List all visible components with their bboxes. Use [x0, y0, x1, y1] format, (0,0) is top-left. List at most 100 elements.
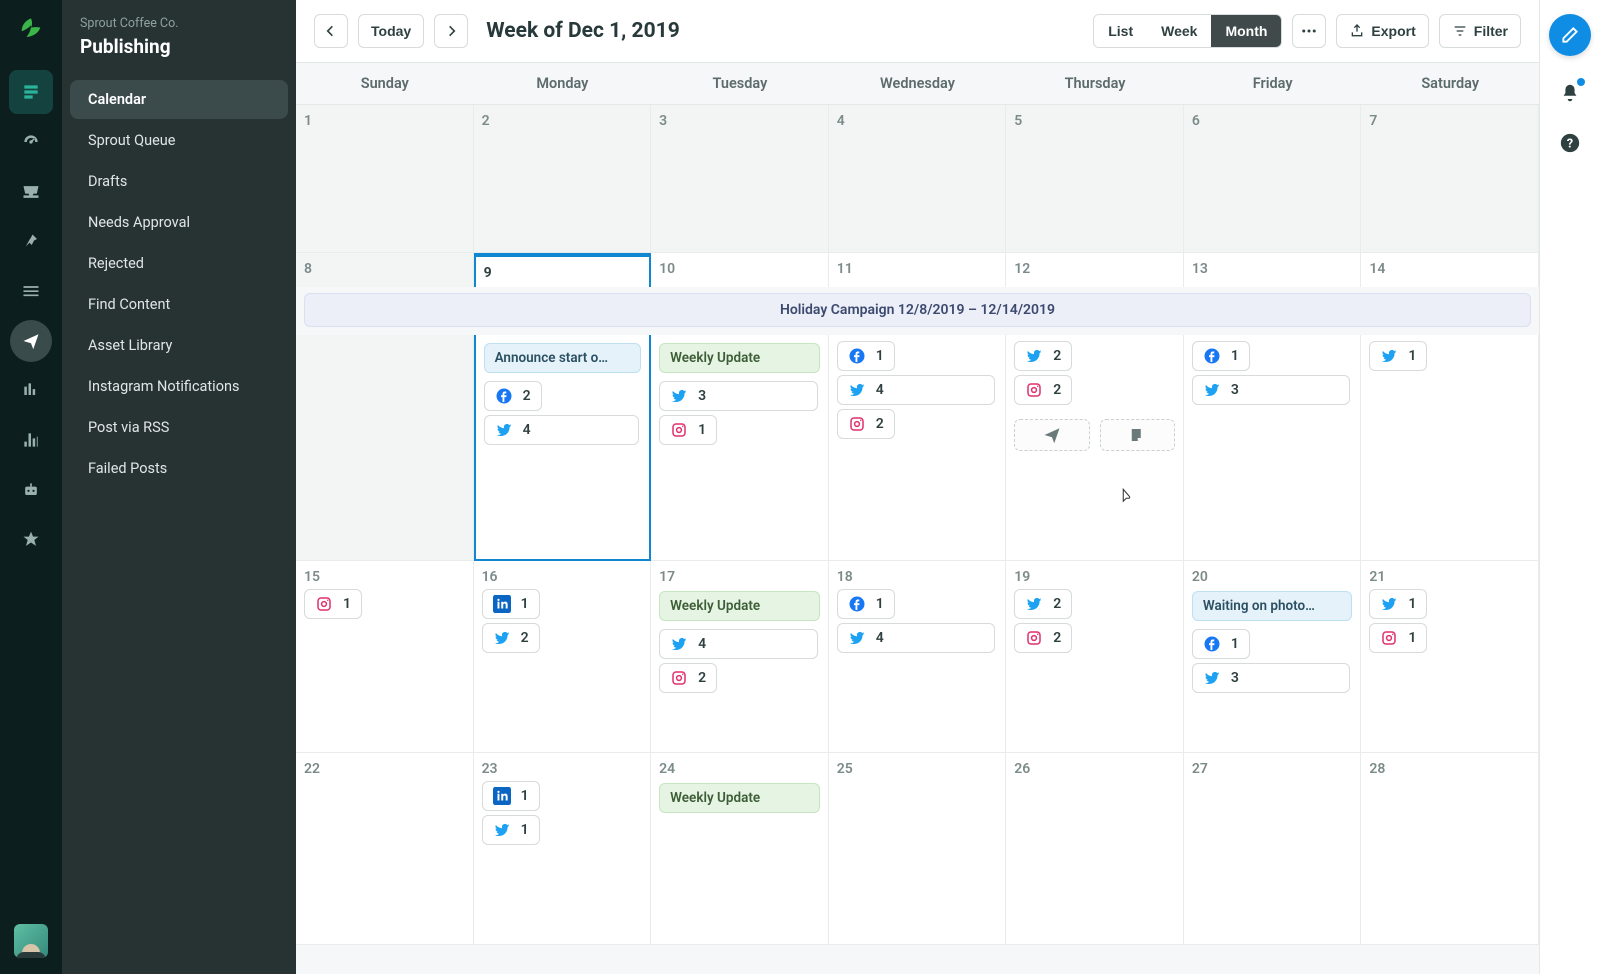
rail-bot-icon[interactable] — [9, 468, 53, 512]
sidebar-item-instagram-notifications[interactable]: Instagram Notifications — [70, 367, 288, 406]
rail-publishing-icon[interactable] — [10, 320, 52, 362]
view-week[interactable]: Week — [1147, 15, 1211, 47]
sidebar-item-drafts[interactable]: Drafts — [70, 162, 288, 201]
calendar-cell[interactable]: 1922 — [1006, 561, 1184, 753]
rail-analytics-icon[interactable] — [9, 368, 53, 412]
cell-note[interactable]: Weekly Update — [659, 343, 820, 373]
post-chip-ig[interactable]: 2 — [1014, 375, 1072, 405]
calendar-cell[interactable]: 2111 — [1361, 561, 1539, 753]
prev-button[interactable] — [314, 14, 348, 48]
calendar-cell[interactable]: 28 — [1361, 753, 1539, 945]
export-button[interactable]: Export — [1336, 14, 1428, 48]
sidebar-item-failed-posts[interactable]: Failed Posts — [70, 449, 288, 488]
post-chip-tw[interactable]: 4 — [484, 415, 640, 445]
calendar-cell[interactable]: 17Weekly Update42 — [651, 561, 829, 753]
user-avatar[interactable] — [14, 924, 48, 958]
calendar-cell[interactable]: Weekly Update 3 1 — [651, 335, 829, 561]
rail-pin-icon[interactable] — [9, 220, 53, 264]
compose-fab[interactable] — [1549, 14, 1591, 56]
next-button[interactable] — [434, 14, 468, 48]
post-chip-fb[interactable]: 1 — [1192, 629, 1250, 659]
calendar-cell[interactable]: Announce start o… 2 4 — [474, 335, 652, 561]
notifications-icon[interactable] — [1557, 80, 1583, 106]
post-chip-ig[interactable]: 1 — [1369, 623, 1427, 653]
post-chip-tw[interactable]: 3 — [1192, 375, 1351, 405]
post-chip-li[interactable]: 1 — [482, 781, 540, 811]
post-chip-tw[interactable]: 4 — [837, 375, 996, 405]
sidebar-item-calendar[interactable]: Calendar — [70, 80, 288, 119]
calendar-cell-top[interactable]: 12 — [1006, 253, 1184, 287]
calendar-cell-top[interactable]: 11 — [829, 253, 1007, 287]
post-chip-ig[interactable]: 2 — [1014, 623, 1072, 653]
sidebar-item-rejected[interactable]: Rejected — [70, 244, 288, 283]
post-chip-ig[interactable]: 1 — [304, 589, 362, 619]
post-chip-tw[interactable]: 1 — [1369, 341, 1427, 371]
cell-note[interactable]: Weekly Update — [659, 591, 820, 621]
calendar-cell-top[interactable]: 8 — [296, 253, 474, 287]
post-chip-tw[interactable]: 2 — [1014, 589, 1072, 619]
campaign-banner[interactable]: Holiday Campaign 12/8/2019 – 12/14/2019 — [296, 287, 1539, 335]
post-chip-tw[interactable]: 3 — [659, 381, 818, 411]
calendar-cell[interactable]: 26 — [1006, 753, 1184, 945]
post-chip-ig[interactable]: 2 — [659, 663, 717, 693]
calendar-cell[interactable]: 1 — [296, 105, 474, 253]
calendar-cell[interactable]: 1 4 2 — [829, 335, 1007, 561]
calendar-cell-top[interactable]: 9 — [474, 253, 652, 287]
post-chip-fb[interactable]: 2 — [484, 381, 542, 411]
calendar-cell[interactable]: 3 — [651, 105, 829, 253]
calendar-cell[interactable]: 25 — [829, 753, 1007, 945]
sidebar-item-post-via-rss[interactable]: Post via RSS — [70, 408, 288, 447]
more-menu-button[interactable] — [1292, 14, 1326, 48]
calendar-cell[interactable]: 5 — [1006, 105, 1184, 253]
calendar-cell[interactable]: 24Weekly Update — [651, 753, 829, 945]
post-chip-fb[interactable]: 1 — [837, 341, 895, 371]
post-chip-li[interactable]: 1 — [482, 589, 540, 619]
calendar-cell[interactable]: 151 — [296, 561, 474, 753]
rail-inbox-icon[interactable] — [9, 170, 53, 214]
rail-speedometer-icon[interactable] — [9, 120, 53, 164]
calendar-cell[interactable]: 20Waiting on photo…13 — [1184, 561, 1362, 753]
sidebar-item-needs-approval[interactable]: Needs Approval — [70, 203, 288, 242]
cell-note[interactable]: Waiting on photo… — [1192, 591, 1353, 621]
calendar-cell[interactable] — [296, 335, 474, 561]
calendar-cell-top[interactable]: 13 — [1184, 253, 1362, 287]
view-list[interactable]: List — [1094, 15, 1147, 47]
calendar-cell[interactable]: 6 — [1184, 105, 1362, 253]
calendar-cell[interactable]: 7 — [1361, 105, 1539, 253]
calendar-cell-top[interactable]: 14 — [1361, 253, 1539, 287]
calendar-cell[interactable]: 1 — [1361, 335, 1539, 561]
rail-compose-icon[interactable] — [9, 70, 53, 114]
post-chip-tw[interactable]: 4 — [659, 629, 818, 659]
post-chip-ig[interactable]: 1 — [659, 415, 717, 445]
calendar-cell[interactable]: 4 — [829, 105, 1007, 253]
rail-feed-icon[interactable] — [9, 270, 53, 314]
cell-note[interactable]: Announce start o… — [484, 343, 642, 373]
calendar-cell[interactable]: 2 — [474, 105, 652, 253]
calendar-cell[interactable]: 1814 — [829, 561, 1007, 753]
post-chip-tw[interactable]: 2 — [482, 623, 540, 653]
rail-star-icon[interactable] — [9, 518, 53, 562]
calendar-cell[interactable]: 27 — [1184, 753, 1362, 945]
today-button[interactable]: Today — [358, 14, 424, 48]
post-chip-tw[interactable]: 1 — [482, 815, 540, 845]
calendar-cell[interactable]: 13 — [1184, 335, 1362, 561]
filter-button[interactable]: Filter — [1439, 14, 1521, 48]
rail-reports-icon[interactable] — [9, 418, 53, 462]
sidebar-item-asset-library[interactable]: Asset Library — [70, 326, 288, 365]
post-chip-fb[interactable]: 1 — [1192, 341, 1250, 371]
post-chip-fb[interactable]: 1 — [837, 589, 895, 619]
post-chip-ig[interactable]: 2 — [837, 409, 895, 439]
post-chip-tw[interactable]: 2 — [1014, 341, 1072, 371]
calendar-cell[interactable]: 22 — [1006, 335, 1184, 561]
quick-note-button[interactable] — [1100, 419, 1175, 451]
calendar-cell[interactable]: 22 — [296, 753, 474, 945]
quick-send-button[interactable] — [1014, 419, 1089, 451]
post-chip-tw[interactable]: 3 — [1192, 663, 1351, 693]
calendar-cell-top[interactable]: 10 — [651, 253, 829, 287]
sidebar-item-sprout-queue[interactable]: Sprout Queue — [70, 121, 288, 160]
sidebar-item-find-content[interactable]: Find Content — [70, 285, 288, 324]
post-chip-tw[interactable]: 1 — [1369, 589, 1427, 619]
post-chip-tw[interactable]: 4 — [837, 623, 996, 653]
calendar-cell[interactable]: 2311 — [474, 753, 652, 945]
view-month[interactable]: Month — [1211, 15, 1281, 47]
